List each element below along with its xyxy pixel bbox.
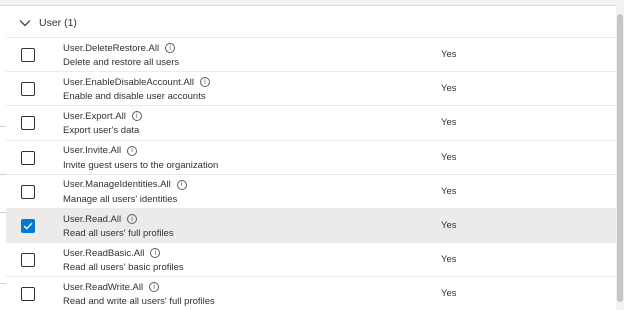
info-icon[interactable]: i (150, 248, 161, 259)
info-icon[interactable]: i (127, 145, 138, 156)
permission-name-line: User.Read.All i (63, 212, 138, 226)
admin-consent-required: Yes (441, 254, 457, 266)
permission-description: Read and write all users' full profiles (63, 296, 215, 308)
permission-name-line: User.Export.All i (63, 109, 142, 123)
group-label: User (1) (39, 17, 77, 29)
permission-description: Enable and disable user accounts (63, 91, 206, 103)
info-icon[interactable]: i (131, 111, 142, 122)
permission-row[interactable]: User.Read.All i Read all users' full profi… (6, 208, 616, 242)
chevron-down-icon (18, 16, 32, 30)
permission-name: User.DeleteRestore.All (63, 42, 160, 54)
admin-consent-required: Yes (441, 185, 457, 197)
admin-consent-required: Yes (441, 49, 457, 60)
info-icon[interactable]: i (165, 43, 176, 53)
permission-row[interactable]: User.ManageIdentities.All i Manage all use… (6, 173, 616, 208)
permission-checkbox[interactable] (21, 82, 35, 97)
permission-row[interactable]: User.DeleteRestore.All i Delete and restor… (6, 37, 616, 71)
permission-row[interactable]: User.ReadWrite.All i Read and write all us… (6, 276, 616, 310)
permission-description: Export user's data (63, 125, 140, 137)
permission-description: Invite guest users to the organization (63, 159, 219, 171)
info-icon[interactable]: i (176, 179, 187, 190)
permission-name: User.Export.All (63, 110, 126, 122)
permission-row[interactable]: User.EnableDisableAccount.All i Enable and… (6, 71, 616, 105)
info-icon[interactable]: i (199, 77, 210, 88)
info-icon[interactable]: i (127, 214, 138, 224)
info-icon[interactable]: i (149, 282, 160, 293)
permission-checkbox[interactable] (21, 287, 35, 302)
permission-checkbox[interactable] (21, 116, 35, 131)
permission-name: User.EnableDisableAccount.All (63, 76, 194, 88)
permission-name-line: User.ReadBasic.All i (63, 246, 161, 260)
admin-consent-required: Yes (441, 288, 457, 300)
admin-consent-required: Yes (441, 83, 457, 95)
permission-checkbox[interactable] (21, 253, 35, 268)
permission-name-line: User.DeleteRestore.All i (63, 41, 176, 55)
permission-name: User.ReadWrite.All (63, 281, 144, 293)
permission-row[interactable]: User.Invite.All i Invite guest users to th… (6, 139, 616, 174)
vertical-scrollbar[interactable] (616, 0, 624, 310)
permission-description: Delete and restore all users (63, 57, 180, 68)
permission-checkbox[interactable] (21, 48, 35, 62)
checkmark-icon (23, 222, 33, 230)
permission-checkbox[interactable] (21, 184, 35, 199)
permission-name-line: User.EnableDisableAccount.All i (63, 75, 210, 89)
permission-name-line: User.Invite.All i (63, 144, 138, 158)
admin-consent-required: Yes (441, 151, 457, 163)
scrollbar-thumb[interactable] (617, 14, 623, 302)
user-group-header[interactable]: User (1) (18, 13, 77, 33)
permission-row[interactable]: User.ReadBasic.All i Read all users' basic… (6, 242, 616, 276)
permissions-panel: User (1) User.DeleteRestore.All i Delete a… (6, 6, 616, 310)
permission-name: User.ManageIdentities.All (63, 179, 171, 191)
permission-row[interactable]: User.Export.All i Export user's data Yes (6, 105, 616, 139)
permission-description: Read all users' basic profiles (63, 262, 184, 274)
permission-name-line: User.ManageIdentities.All i (63, 178, 187, 192)
permission-description: Read all users' full profiles (63, 228, 174, 239)
admin-consent-required: Yes (441, 117, 457, 129)
permission-name-line: User.ReadWrite.All i (63, 280, 160, 294)
admin-consent-required: Yes (441, 220, 457, 231)
permission-checkbox[interactable] (21, 219, 35, 233)
permission-checkbox[interactable] (21, 150, 35, 165)
permission-name: User.ReadBasic.All (63, 247, 145, 259)
permission-name: User.Invite.All (63, 145, 122, 157)
permission-description: Manage all users' identities (63, 193, 178, 205)
permission-name: User.Read.All (63, 213, 122, 225)
